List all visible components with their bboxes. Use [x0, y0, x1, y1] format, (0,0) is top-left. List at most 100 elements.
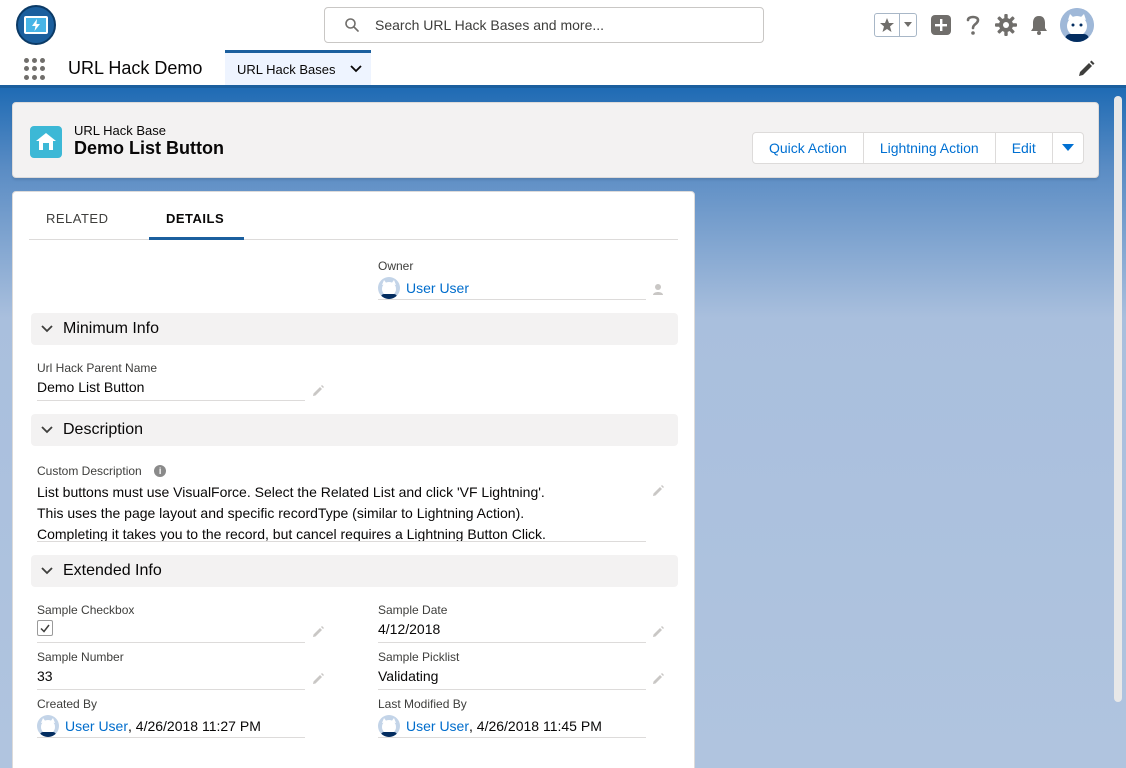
pencil-icon[interactable] [652, 626, 664, 638]
chevron-down-icon[interactable] [349, 65, 362, 73]
modified-by-date: , 4/26/2018 11:45 PM [469, 718, 602, 734]
help-icon[interactable] [960, 12, 986, 38]
avatar [378, 277, 400, 299]
page-scrollbar[interactable] [1114, 96, 1122, 702]
section-description[interactable]: Description [31, 414, 678, 446]
global-search[interactable] [324, 7, 764, 43]
owner-value: User User [378, 277, 648, 299]
divider [37, 642, 305, 643]
quick-action-button[interactable]: Quick Action [752, 132, 864, 164]
edit-nav-pencil-icon[interactable] [1077, 60, 1095, 78]
gear-icon[interactable] [993, 12, 1019, 38]
sample-checkbox-label: Sample Checkbox [37, 603, 135, 617]
bell-icon[interactable] [1026, 12, 1052, 38]
created-by-label: Created By [37, 697, 98, 711]
section-extended-info[interactable]: Extended Info [31, 555, 678, 587]
custom-description-field: Custom Description i List buttons must u… [37, 462, 657, 545]
chevron-down-icon [41, 325, 53, 333]
created-by-date: , 4/26/2018 11:27 PM [128, 718, 261, 734]
sample-date-label: Sample Date [378, 603, 448, 617]
section-title: Minimum Info [63, 320, 160, 337]
owner-label: Owner [378, 259, 414, 273]
url-hack-base-object-icon [30, 126, 62, 158]
sample-date-value: 4/12/2018 [378, 621, 441, 637]
tab-related[interactable]: Related [46, 211, 109, 226]
divider [37, 737, 305, 738]
app-launcher-icon[interactable] [24, 58, 46, 80]
sample-checkbox-field: Sample Checkbox [37, 603, 307, 636]
star-icon[interactable] [875, 14, 900, 36]
tab-url-hack-bases[interactable]: URL Hack Bases [225, 50, 371, 85]
user-avatar[interactable] [1060, 8, 1094, 42]
divider [378, 737, 646, 738]
sample-date-field: Sample Date 4/12/2018 [378, 603, 648, 637]
more-actions-button[interactable] [1051, 132, 1084, 164]
tab-details[interactable]: Details [166, 211, 224, 226]
sample-picklist-value: Validating [378, 668, 439, 684]
divider [37, 689, 305, 690]
description-line: List buttons must use VisualForce. Selec… [37, 484, 545, 500]
sample-number-field: Sample Number 33 [37, 650, 307, 684]
modified-by-user-link[interactable]: User User [406, 718, 469, 734]
divider [378, 642, 646, 643]
tab-label: URL Hack Bases [237, 61, 336, 77]
chevron-down-icon [41, 426, 53, 434]
avatar [37, 715, 59, 737]
avatar [378, 715, 400, 737]
record-tabs: Related Details [29, 192, 678, 240]
app-name: URL Hack Demo [68, 58, 203, 78]
search-input[interactable] [375, 8, 755, 42]
created-by-user-link[interactable]: User User [65, 718, 128, 734]
pencil-icon[interactable] [652, 485, 664, 497]
record-title: Demo List Button [74, 138, 224, 158]
description-line: This uses the page layout and specific r… [37, 505, 525, 521]
lightning-action-button[interactable]: Lightning Action [862, 132, 996, 164]
action-button-group: Quick Action Lightning Action Edit [752, 132, 1084, 164]
favorites-dropdown-icon[interactable] [900, 14, 916, 36]
global-actions-plus-icon[interactable] [928, 12, 954, 38]
custom-description-label: Custom Description [37, 464, 142, 478]
object-type-label: URL Hack Base [74, 123, 166, 138]
chevron-down-icon [41, 567, 53, 575]
custom-description-value: List buttons must use VisualForce. Selec… [37, 482, 657, 545]
sample-picklist-label: Sample Picklist [378, 650, 460, 664]
lightning-monitor-icon [24, 16, 48, 34]
navigation-bar: URL Hack Demo URL Hack Bases [0, 50, 1126, 88]
owner-field: Owner User User [378, 259, 648, 299]
section-minimum-info[interactable]: Minimum Info [31, 313, 678, 345]
active-tab-indicator [149, 237, 244, 240]
org-logo[interactable] [16, 5, 56, 45]
pencil-icon[interactable] [312, 673, 324, 685]
favorites-group [874, 13, 917, 37]
parent-name-label: Url Hack Parent Name [37, 361, 158, 375]
checkmark-icon [40, 624, 50, 633]
parent-name-value: Demo List Button [37, 379, 145, 395]
edit-button[interactable]: Edit [994, 132, 1053, 164]
divider [37, 541, 646, 542]
record-detail-card: Related Details Owner User User Minimum … [12, 191, 695, 768]
parent-name-field: Url Hack Parent Name Demo List Button [37, 361, 307, 395]
info-icon[interactable]: i [154, 464, 167, 477]
change-owner-icon[interactable] [652, 283, 664, 295]
last-modified-by-value: User User , 4/26/2018 11:45 PM [378, 715, 678, 737]
last-modified-by-field: Last Modified By User User , 4/26/2018 1… [378, 697, 678, 737]
global-header [0, 0, 1126, 50]
record-page-header: URL Hack Base Demo List Button Quick Act… [12, 102, 1099, 178]
search-icon [345, 18, 359, 32]
section-title: Description [63, 421, 144, 438]
last-modified-by-label: Last Modified By [378, 697, 467, 711]
divider [378, 299, 646, 300]
section-title: Extended Info [63, 562, 162, 579]
owner-link[interactable]: User User [406, 280, 469, 296]
sample-picklist-field: Sample Picklist Validating [378, 650, 648, 684]
sample-number-value: 33 [37, 668, 53, 684]
pencil-icon[interactable] [312, 626, 324, 638]
pencil-icon[interactable] [652, 673, 664, 685]
chevron-down-icon [1061, 144, 1074, 151]
pencil-icon[interactable] [312, 385, 324, 397]
created-by-field: Created By User User , 4/26/2018 11:27 P… [37, 697, 337, 737]
divider [378, 689, 646, 690]
created-by-value: User User , 4/26/2018 11:27 PM [37, 715, 337, 737]
divider [37, 400, 305, 401]
sample-number-label: Sample Number [37, 650, 124, 664]
